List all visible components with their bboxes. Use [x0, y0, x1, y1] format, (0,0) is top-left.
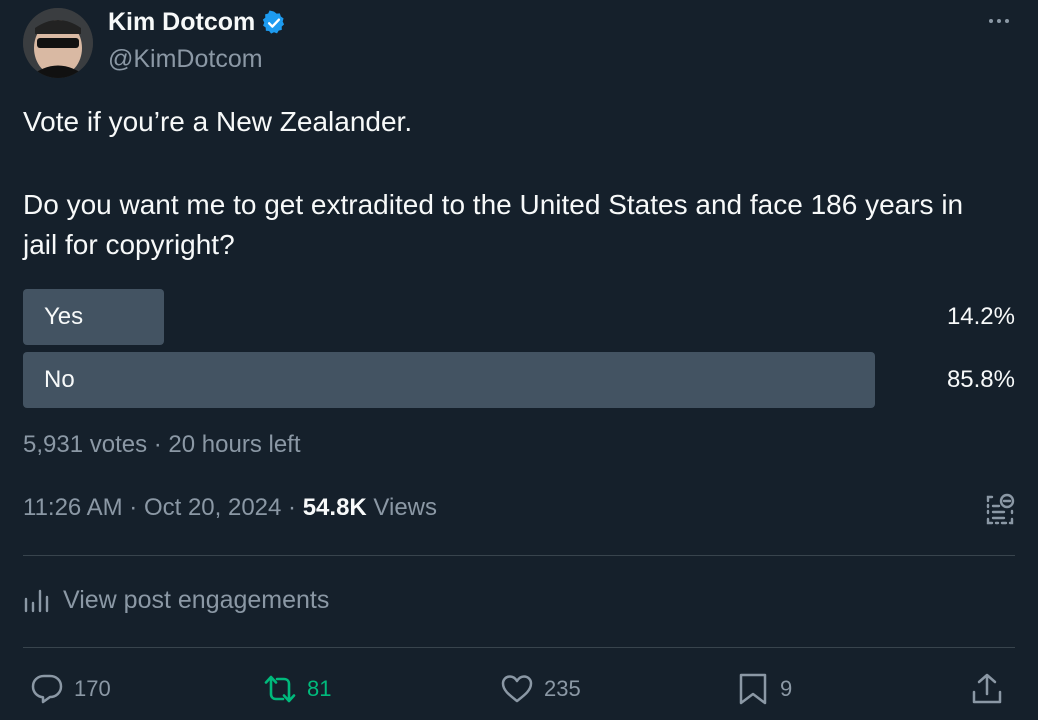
post-timestamp: 11:26 AM · Oct 20, 2024 · 54.8K Views	[23, 494, 437, 522]
post-analytics-icon[interactable]	[984, 491, 1016, 527]
poll-option-label: Yes	[44, 303, 84, 330]
verified-badge-icon	[263, 10, 285, 34]
poll-option-no[interactable]: No 85.8%	[23, 352, 1015, 408]
reply-count: 170	[74, 676, 111, 701]
retweet-button[interactable]: 81	[263, 672, 331, 706]
divider	[23, 555, 1015, 556]
poll-bar-no	[23, 352, 875, 408]
share-icon	[972, 673, 1002, 704]
post-text-line-2: Do you want me to get extradited to the …	[23, 189, 964, 260]
bookmark-button[interactable]: 9	[736, 672, 792, 706]
reply-button[interactable]: 170	[30, 672, 111, 706]
post-time[interactable]: 11:26 AM · Oct 20, 2024 ·	[23, 494, 303, 521]
view-post-engagements-label: View post engagements	[63, 586, 330, 614]
more-options-icon[interactable]	[986, 8, 1012, 34]
author-name[interactable]: Kim Dotcom	[108, 8, 255, 37]
post-text-line-1: Vote if you’re a New Zealander.	[23, 106, 413, 137]
like-count: 235	[544, 676, 581, 701]
views-count: 54.8K	[302, 494, 367, 521]
author-name-row: Kim Dotcom	[108, 8, 287, 37]
reply-icon	[31, 674, 63, 704]
bar-chart-icon	[24, 589, 49, 612]
heart-icon	[501, 675, 533, 703]
like-button[interactable]: 235	[500, 672, 581, 706]
poll-option-label: No	[44, 366, 75, 393]
share-button[interactable]	[970, 672, 1004, 706]
bookmark-icon	[739, 673, 767, 705]
poll-option-yes[interactable]: Yes 14.2%	[23, 289, 1015, 345]
avatar-image	[23, 8, 93, 78]
poll-option-percent: 14.2%	[946, 303, 1015, 330]
retweet-count: 81	[307, 676, 332, 701]
bookmark-count: 9	[780, 676, 793, 701]
avatar[interactable]	[23, 8, 93, 78]
views-label: Views	[366, 494, 438, 521]
poll-meta: 5,931 votes · 20 hours left	[23, 431, 301, 458]
view-post-engagements-link[interactable]: View post engagements	[23, 586, 329, 615]
poll-option-percent: 85.8%	[946, 366, 1015, 393]
divider	[23, 647, 1015, 648]
author-handle[interactable]: @KimDotcom	[108, 45, 263, 74]
retweet-icon	[264, 675, 296, 703]
